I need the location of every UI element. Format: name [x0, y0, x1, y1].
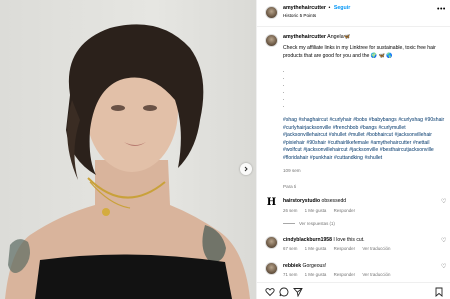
comment-likes[interactable]: 1 Me gusta [305, 208, 327, 213]
caption-text: Check my affiliate links in my Linktree … [283, 45, 436, 59]
caption-header: amythehaircutter Angela🦋 [283, 34, 350, 40]
post-author: amythehaircutter • Seguir [283, 5, 350, 11]
post-image[interactable] [0, 0, 256, 299]
divider-line [283, 223, 295, 225]
comment-username[interactable]: hairstorystudio [283, 198, 320, 204]
post-details-panel: amythehaircutter • Seguir Historic 5 Poi… [256, 0, 450, 299]
caption-username[interactable]: amythehaircutter [283, 34, 326, 40]
follow-button[interactable]: Seguir [334, 5, 350, 11]
comment-username[interactable]: rebbiek [283, 263, 301, 269]
separator-dot: • [328, 5, 331, 11]
caption-dots: . . . . . . [283, 68, 284, 110]
comment-likes[interactable]: 1 Me gusta [305, 272, 327, 277]
heart-icon[interactable] [265, 287, 275, 297]
comment-time[interactable]: 71 sem [283, 272, 297, 277]
comment-body: I love this cut. [333, 237, 365, 243]
comment-text: rebbiek Gorgeous! [283, 263, 326, 269]
username-link[interactable]: amythehaircutter [283, 5, 326, 11]
reply-button[interactable]: Responder [334, 246, 355, 251]
view-replies-label: Ver respuestas (1) [299, 221, 335, 226]
comment-text: hairstorystudio obsessedd [283, 198, 346, 204]
avatar[interactable] [265, 6, 278, 19]
comment-body: obsessedd [321, 198, 347, 204]
avatar[interactable] [265, 236, 278, 249]
post-header: amythehaircutter • Seguir Historic 5 Poi… [257, 0, 450, 27]
location-label[interactable]: Historic 5 Points [283, 13, 316, 18]
heart-icon[interactable]: ♡ [441, 237, 446, 244]
comment-icon[interactable] [279, 287, 289, 297]
caption-timestamp[interactable]: 109 sem [283, 168, 301, 173]
caption-dot: . [283, 96, 285, 102]
heart-icon[interactable]: ♡ [441, 263, 446, 270]
caption-dot: . [283, 89, 285, 95]
comment-meta: 26 sem 1 Me gusta Responder [283, 208, 361, 213]
caption-mention[interactable]: Angela🦋 [327, 34, 350, 40]
caption-dot: . [283, 68, 285, 74]
portrait-illustration [5, 24, 250, 299]
see-translation-button[interactable]: Ver traducción [362, 272, 390, 277]
avatar[interactable]: H [265, 196, 278, 209]
comment-time[interactable]: 67 sem [283, 246, 297, 251]
caption-hashtags[interactable]: #shag #shaghaircut #curlyhair #bobs #bab… [283, 117, 447, 163]
view-replies-button[interactable]: Ver respuestas (1) [283, 221, 335, 226]
share-icon[interactable] [293, 287, 303, 297]
comment-body: Gorgeous! [302, 263, 327, 269]
translate-link[interactable]: Para ti [283, 184, 296, 189]
comment-text: cindyblackburn1958 I love this cut. [283, 237, 365, 243]
comment-time[interactable]: 26 sem [283, 208, 297, 213]
action-bar [257, 282, 450, 299]
reply-button[interactable]: Responder [334, 272, 355, 277]
caption-dot: . [283, 82, 285, 88]
avatar[interactable] [265, 262, 278, 275]
bookmark-icon[interactable] [434, 287, 444, 297]
comment-username[interactable]: cindyblackburn1958 [283, 237, 332, 243]
reply-button[interactable]: Responder [334, 208, 355, 213]
caption-dot: . [283, 75, 285, 81]
chevron-right-icon [244, 166, 248, 172]
more-options-icon[interactable]: ••• [437, 6, 446, 13]
comment-meta: 71 sem 1 Me gusta Responder Ver traducci… [283, 272, 396, 277]
comment-meta: 67 sem 1 Me gusta Responder Ver traducci… [283, 246, 396, 251]
caption-dot: . [283, 103, 285, 109]
comment-likes[interactable]: 1 Me gusta [305, 246, 327, 251]
see-translation-button[interactable]: Ver traducción [362, 246, 390, 251]
next-image-button[interactable] [240, 163, 252, 175]
heart-icon[interactable]: ♡ [441, 198, 446, 205]
avatar[interactable] [265, 34, 278, 47]
